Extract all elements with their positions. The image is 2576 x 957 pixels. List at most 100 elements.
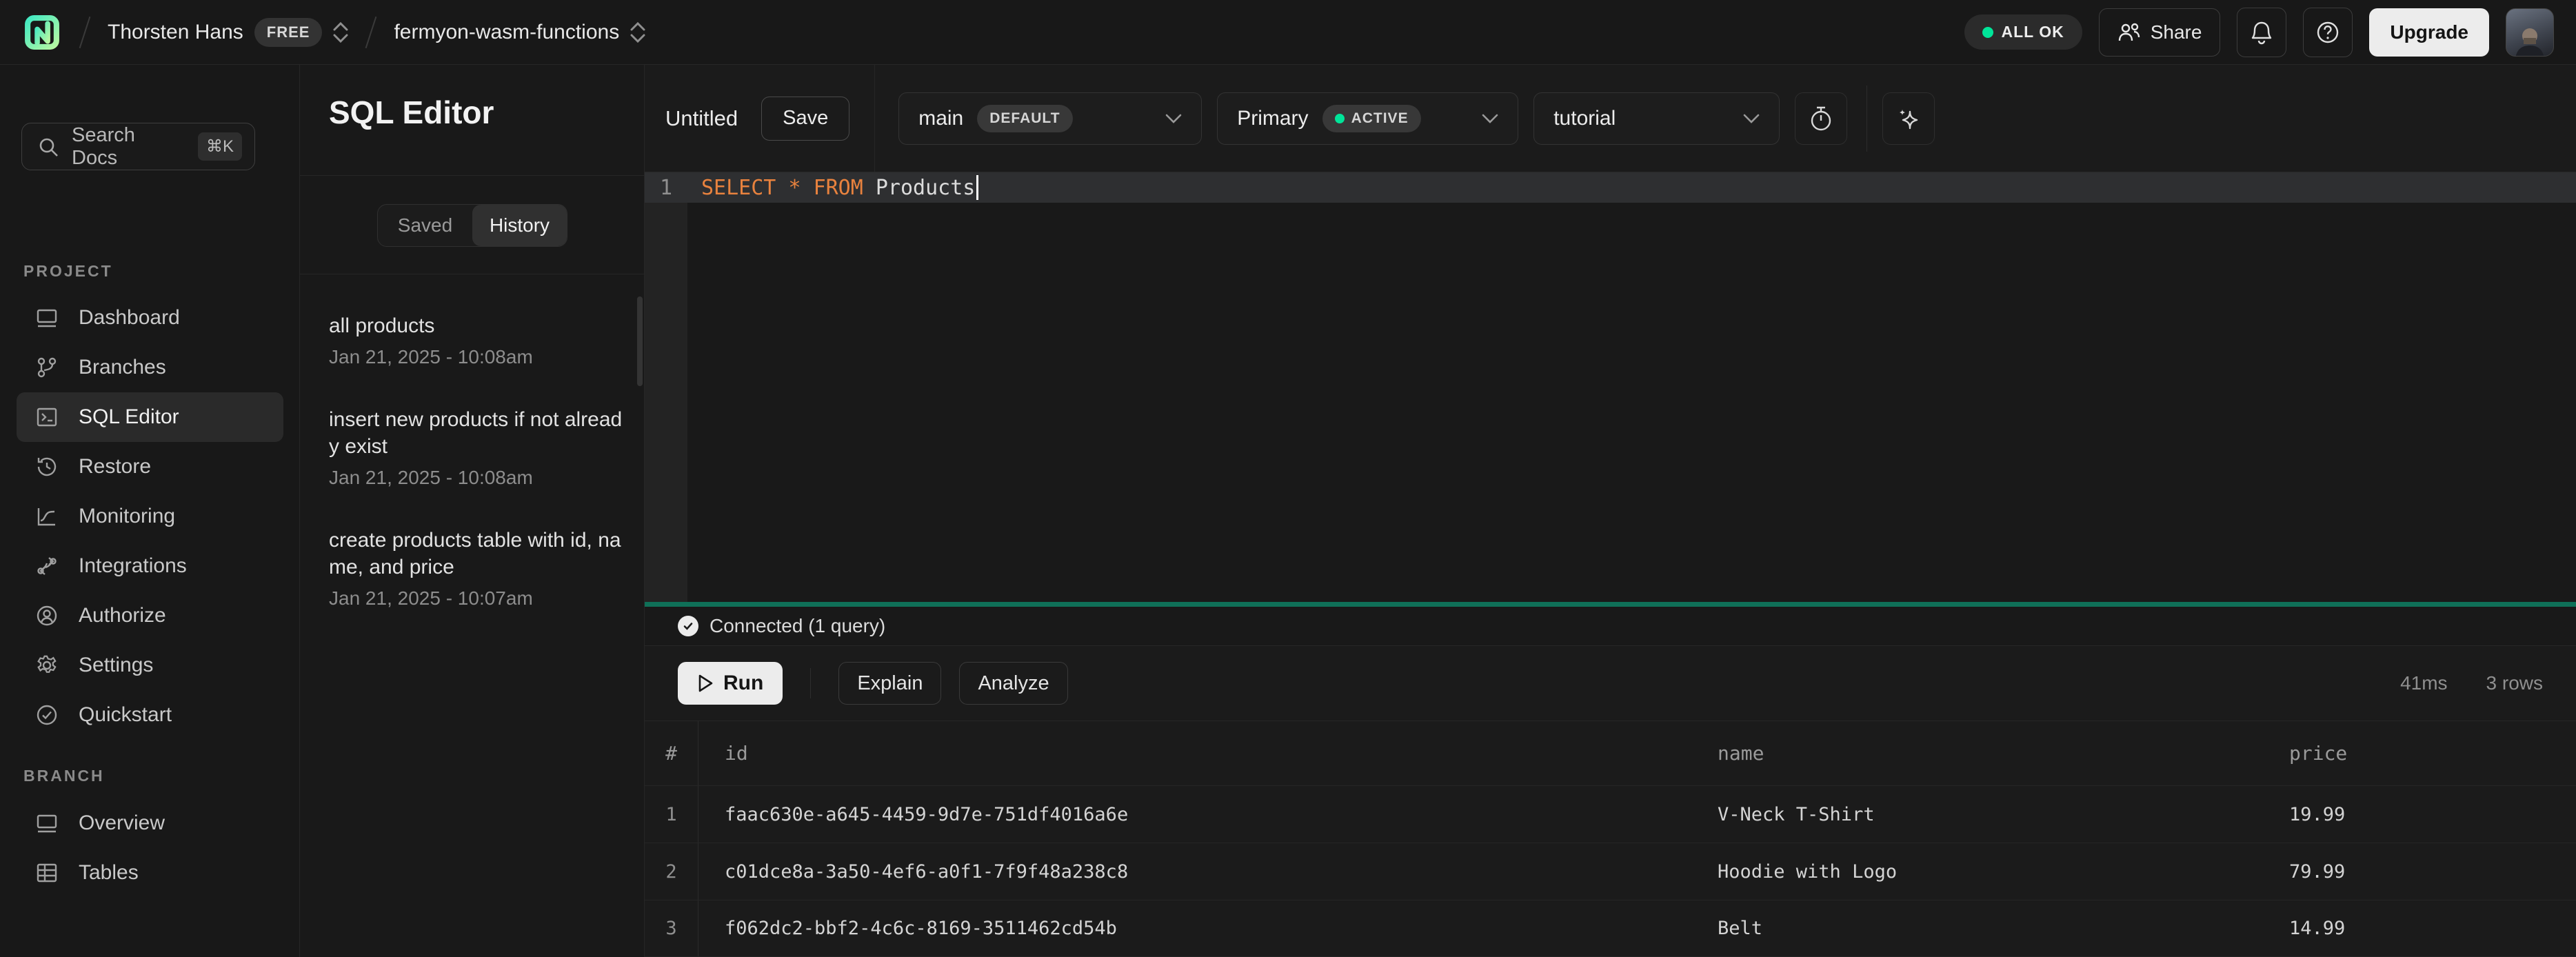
sidebar: Search Docs ⌘K PROJECT Dashboard — [0, 65, 300, 957]
sidebar-item-label: Overview — [79, 812, 165, 835]
sidebar-item-label: Quickstart — [79, 703, 172, 727]
project-switcher-icon[interactable] — [630, 22, 645, 43]
sidebar-item-label: Dashboard — [79, 306, 180, 330]
branch-select-value: main — [918, 107, 963, 130]
compute-select[interactable]: Primary ACTIVE — [1217, 92, 1518, 145]
toolbar-divider — [874, 65, 875, 172]
share-button[interactable]: Share — [2099, 8, 2221, 57]
ai-assist-button[interactable] — [1882, 92, 1935, 145]
sidebar-item-dashboard[interactable]: Dashboard — [17, 293, 283, 343]
page-title: SQL Editor — [329, 94, 494, 131]
breadcrumb-project[interactable]: fermyon-wasm-functions — [394, 21, 645, 44]
code-editor-body[interactable] — [645, 203, 2576, 602]
chevron-down-icon — [1482, 114, 1498, 123]
sidebar-item-restore[interactable]: Restore — [17, 442, 283, 492]
database-select[interactable]: tutorial — [1533, 92, 1780, 145]
save-button[interactable]: Save — [761, 97, 849, 141]
table-row[interactable]: 1 faac630e-a645-4459-9d7e-751df4016a6e V… — [645, 785, 2576, 843]
search-docs-input[interactable]: Search Docs ⌘K — [21, 123, 255, 170]
code-editor[interactable]: 1 SELECT * FROM Products — [645, 172, 2576, 602]
sql-operator — [776, 176, 788, 200]
sidebar-item-tables[interactable]: Tables — [17, 848, 283, 898]
row-index: 2 — [645, 843, 698, 900]
tab-history[interactable]: History — [472, 205, 567, 246]
history-item[interactable]: create products table with id, name, and… — [329, 527, 625, 610]
notifications-button[interactable] — [2237, 8, 2286, 57]
bell-icon — [2250, 20, 2273, 45]
sidebar-item-sql-editor[interactable]: SQL Editor — [17, 392, 283, 442]
sidebar-item-monitoring[interactable]: Monitoring — [17, 492, 283, 541]
query-timer-button[interactable] — [1795, 92, 1847, 145]
breadcrumb-org[interactable]: Thorsten Hans FREE — [108, 18, 348, 47]
toolbar-divider — [1866, 85, 1867, 152]
results-split-handle[interactable] — [645, 602, 2576, 607]
sidebar-item-quickstart[interactable]: Quickstart — [17, 690, 283, 740]
sidebar-item-label: Integrations — [79, 554, 187, 578]
history-item-date: Jan 21, 2025 - 10:07am — [329, 587, 625, 610]
history-item-title: all products — [329, 313, 625, 339]
user-avatar[interactable] — [2506, 8, 2554, 57]
history-item[interactable]: insert new products if not already exist… — [329, 407, 625, 489]
sidebar-item-label: Tables — [79, 861, 139, 885]
overview-icon — [33, 809, 61, 837]
history-list: all products Jan 21, 2025 - 10:08am inse… — [329, 313, 625, 610]
check-circle-icon — [33, 701, 61, 729]
table-row[interactable]: 3 f062dc2-bbf2-4c6c-8169-3511462cd54b Be… — [645, 900, 2576, 957]
sidebar-item-authorize[interactable]: Authorize — [17, 591, 283, 641]
sidebar-item-label: SQL Editor — [79, 405, 179, 429]
line-number: 1 — [645, 176, 687, 200]
sidebar-item-settings[interactable]: Settings — [17, 641, 283, 690]
row-index: 3 — [645, 900, 698, 956]
sidebar-item-overview[interactable]: Overview — [17, 798, 283, 848]
connection-status-bar: Connected (1 query) — [645, 607, 2576, 646]
text-caret — [976, 175, 978, 200]
upgrade-button[interactable]: Upgrade — [2369, 8, 2489, 57]
column-header-id[interactable]: id — [698, 742, 1691, 765]
history-item[interactable]: all products Jan 21, 2025 - 10:08am — [329, 313, 625, 368]
connection-status-text: Connected (1 query) — [710, 615, 885, 637]
results-table: # id name price 1 faac630e-a645-4459-9d7… — [645, 721, 2576, 957]
sidebar-item-integrations[interactable]: Integrations — [17, 541, 283, 591]
actions-divider — [810, 668, 811, 698]
org-switcher-icon[interactable] — [333, 22, 348, 43]
run-button[interactable]: Run — [678, 662, 783, 705]
cell-price: 19.99 — [2263, 804, 2576, 825]
search-placeholder: Search Docs — [72, 124, 185, 170]
status-badge[interactable]: ALL OK — [1964, 14, 2082, 50]
analyze-button[interactable]: Analyze — [959, 662, 1067, 705]
explain-button[interactable]: Explain — [838, 662, 941, 705]
sidebar-item-label: Monitoring — [79, 505, 175, 528]
history-item-title: create products table with id, name, and… — [329, 527, 625, 581]
chevron-down-icon — [1743, 114, 1760, 123]
chevron-down-icon — [1165, 114, 1182, 123]
table-row[interactable]: 2 c01dce8a-3a50-4ef6-a0f1-7f9f48a238c8 H… — [645, 843, 2576, 900]
column-header-price[interactable]: price — [2263, 742, 2576, 765]
query-actions-bar: Run Explain Analyze 41ms 3 rows — [645, 646, 2576, 721]
panel-scrollbar[interactable] — [637, 296, 643, 386]
cell-id: faac630e-a645-4459-9d7e-751df4016a6e — [698, 804, 1691, 825]
cell-name: V-Neck T-Shirt — [1691, 804, 2263, 825]
row-index: 1 — [645, 786, 698, 843]
cell-id: c01dce8a-3a50-4ef6-a0f1-7f9f48a238c8 — [698, 861, 1691, 883]
share-label: Share — [2151, 21, 2202, 43]
sidebar-item-branches[interactable]: Branches — [17, 343, 283, 392]
cell-price: 79.99 — [2263, 861, 2576, 883]
breadcrumb-divider — [365, 16, 377, 48]
sql-star: * — [788, 176, 801, 200]
history-item-title: insert new products if not already exist — [329, 407, 625, 460]
column-header-name[interactable]: name — [1691, 742, 2263, 765]
org-name: Thorsten Hans — [108, 21, 243, 44]
sql-keyword: SELECT — [701, 176, 776, 200]
database-select-value: tutorial — [1553, 107, 1616, 130]
tab-saved[interactable]: Saved — [378, 205, 472, 246]
branch-select[interactable]: main DEFAULT — [898, 92, 1202, 145]
active-badge: ACTIVE — [1322, 105, 1421, 132]
column-header-index[interactable]: # — [645, 721, 698, 785]
neon-logo[interactable] — [22, 12, 62, 52]
sidebar-item-label: Branches — [79, 356, 166, 379]
help-button[interactable] — [2303, 8, 2353, 57]
branch-icon — [33, 354, 61, 381]
saved-history-tabs: Saved History — [377, 204, 567, 247]
cell-id: f062dc2-bbf2-4c6c-8169-3511462cd54b — [698, 918, 1691, 939]
cell-name: Belt — [1691, 918, 2263, 939]
